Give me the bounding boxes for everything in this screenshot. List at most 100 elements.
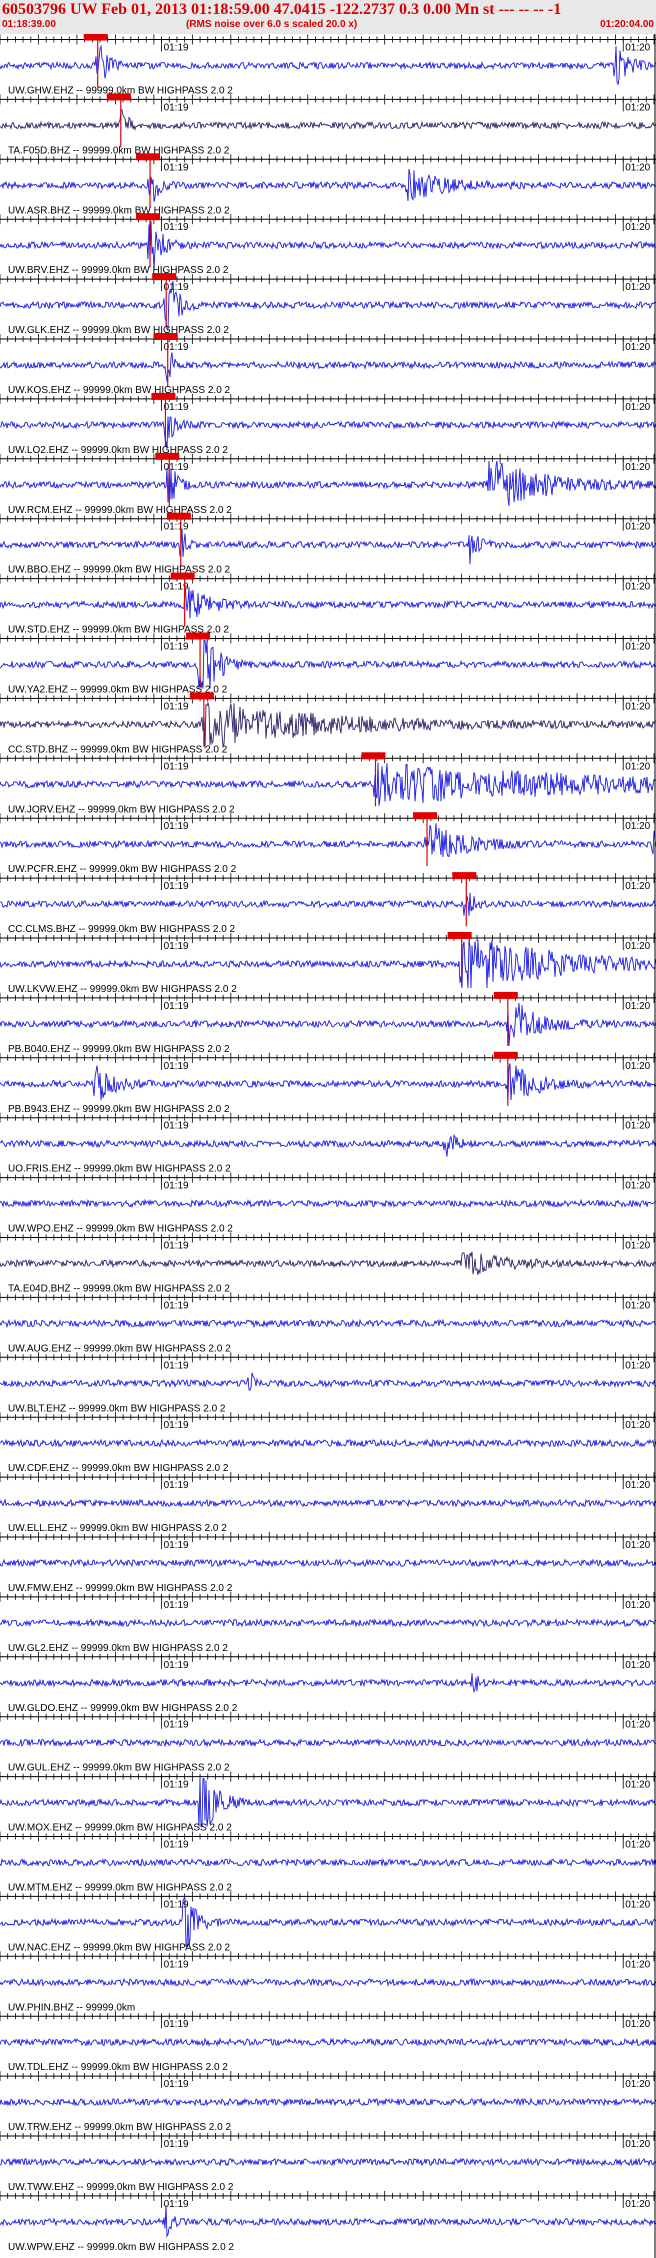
tick-label: 01:20	[625, 1720, 650, 1731]
tick-label: 01:20	[625, 342, 650, 353]
pick-marker	[83, 34, 108, 41]
pick-marker	[151, 392, 176, 400]
time-axis: 01:19 01:20	[0, 2071, 656, 2090]
waveform-trace	[0, 939, 656, 989]
tick-label: 01:19	[164, 2199, 189, 2210]
time-axis: 01:19 01:20	[0, 154, 656, 173]
time-axis: 01:19 01:20	[0, 873, 656, 892]
waveform-trace	[0, 1003, 656, 1046]
pick-marker	[493, 991, 518, 999]
waveform-trace	[0, 528, 656, 565]
tick-label: 01:19	[164, 1540, 189, 1551]
pick-marker	[153, 333, 178, 340]
pick-marker	[155, 452, 180, 460]
time-axis: 01:19 01:20	[0, 393, 656, 413]
waveform-trace	[0, 1198, 656, 1209]
tick-label: 01:19	[164, 1360, 189, 1371]
tick-label: 01:19	[164, 881, 189, 892]
waveform-trace	[0, 168, 656, 202]
tick-label: 01:20	[625, 1480, 650, 1491]
tick-label: 01:19	[164, 1121, 189, 1132]
tick-label: 01:20	[625, 881, 650, 892]
trace-label: UW.LO2.EHZ -- 99999.0km BW HIGHPASS 2.0 …	[8, 445, 228, 456]
event-title: 60503796 UW Feb 01, 2013 01:18:59.00 47.…	[2, 1, 562, 18]
waveform-trace	[0, 762, 656, 806]
tick-label: 01:19	[164, 1181, 189, 1192]
trace-label: PB.B040.EHZ -- 99999.0km BW HIGHPASS 2.0…	[8, 1044, 230, 1055]
pick-marker	[361, 752, 386, 760]
time-axis: 01:19 01:20	[0, 1112, 656, 1132]
tick-label: 01:19	[164, 1959, 189, 1970]
tick-label: 01:20	[625, 102, 650, 113]
waveform-trace	[0, 2205, 656, 2238]
tick-label: 01:19	[164, 222, 189, 233]
tick-label: 01:20	[625, 941, 650, 952]
waveform-trace	[0, 1618, 656, 1628]
trace-label: UW.FMW.EHZ -- 99999.0km BW HIGHPASS 2.0 …	[8, 1583, 233, 1594]
tick-label: 01:19	[164, 1840, 189, 1851]
trace-label: UW.MTM.EHZ -- 99999.0km BW HIGHPASS 2.0 …	[8, 1883, 232, 1894]
tick-label: 01:20	[625, 1001, 650, 1012]
trace-label: UW.TDL.EHZ -- 99999.0km BW HIGHPASS 2.0 …	[8, 2062, 228, 2073]
tick-label: 01:19	[164, 1600, 189, 1611]
trace-label: UW.TWW.EHZ -- 99999.0km BW HIGHPASS 2.0 …	[8, 2182, 234, 2193]
tick-label: 01:19	[164, 162, 189, 173]
time-axis: 01:19 01:20	[0, 1052, 656, 1072]
tick-label: 01:19	[164, 1420, 189, 1431]
waveform-trace	[0, 1063, 656, 1101]
pick-marker	[170, 572, 195, 580]
pick-marker	[493, 1051, 518, 1059]
time-axis: 01:19 01:20	[0, 1532, 656, 1551]
time-axis: 01:19 01:20	[0, 2011, 656, 2030]
tick-label: 01:19	[164, 701, 189, 712]
time-axis: 01:19 01:20	[0, 1591, 656, 1611]
trace-label: UW.GL2.EHZ -- 99999.0km BW HIGHPASS 2.0 …	[8, 1643, 228, 1654]
tick-label: 01:20	[625, 1121, 650, 1132]
tick-label: 01:19	[164, 1061, 189, 1072]
trace-label: CC.CLMS.BHZ -- 99999.0km BW HIGHPASS 2.0…	[8, 924, 236, 935]
waveform-trace	[0, 2157, 656, 2167]
start-time: 01:18:39.00	[2, 19, 56, 30]
time-axis: 01:19 01:20	[0, 992, 656, 1012]
event-header: 60503796 UW Feb 01, 2013 01:18:59.00 47.…	[0, 0, 656, 34]
time-axis: 01:19 01:20	[0, 453, 656, 473]
pick-marker	[136, 213, 161, 221]
waveform-trace	[0, 2037, 656, 2047]
waveform-trace	[0, 1133, 656, 1157]
waveform-trace	[0, 1897, 656, 1947]
pick-marker	[152, 273, 177, 281]
trace-label: CC.STD.BHZ -- 99999.0km BW HIGHPASS 2.0 …	[8, 744, 228, 755]
trace-label: UW.BLT.EHZ -- 99999.0km BW HIGHPASS 2.0 …	[8, 1403, 226, 1414]
trace-label: UW.GUL.EHZ -- 99999.0km BW HIGHPASS 2.0 …	[8, 1763, 230, 1774]
tick-label: 01:19	[164, 43, 189, 54]
tick-label: 01:20	[625, 1540, 650, 1551]
trace-label: UW.TRW.EHZ -- 99999.0km BW HIGHPASS 2.0 …	[8, 2122, 231, 2133]
tick-label: 01:20	[625, 282, 650, 293]
waveform-trace	[0, 108, 656, 131]
tick-label: 01:20	[625, 821, 650, 832]
waveform-trace	[0, 701, 656, 749]
time-axis: 01:19 01:20	[0, 94, 656, 113]
tick-label: 01:20	[625, 2079, 650, 2090]
time-axis: 01:19 01:20	[0, 1771, 656, 1791]
waveform-trace	[0, 460, 656, 506]
time-axis: 01:19 01:20	[0, 1232, 656, 1252]
pick-marker	[136, 153, 161, 161]
end-time: 01:20:04.00	[600, 19, 654, 30]
trace-label: UW.MOX.EHZ -- 99999.0km BW HIGHPASS 2.0 …	[8, 1823, 232, 1834]
trace-label: UW.CDF.EHZ -- 99999.0km BW HIGHPASS 2.0 …	[8, 1463, 229, 1474]
seismogram-plot: 01:19 01:20UW.GHW.EHZ -- 99999.0km BW HIG…	[0, 34, 656, 2258]
tick-label: 01:20	[625, 1061, 650, 1072]
waveform-trace	[0, 1438, 656, 1449]
time-axis: 01:19 01:20	[0, 2131, 656, 2150]
time-axis: 01:19 01:20	[0, 334, 656, 353]
tick-label: 01:20	[625, 761, 650, 772]
trace-label: UW.RCM.EHZ -- 99999.0km BW HIGHPASS 2.0 …	[8, 505, 232, 516]
waveform-trace	[0, 1558, 656, 1568]
tick-label: 01:19	[164, 282, 189, 293]
waveform-trace	[0, 1857, 656, 1868]
time-axis: 01:19 01:20	[0, 1292, 656, 1311]
tick-label: 01:20	[625, 162, 650, 173]
tick-label: 01:20	[625, 1360, 650, 1371]
tick-label: 01:20	[625, 642, 650, 653]
